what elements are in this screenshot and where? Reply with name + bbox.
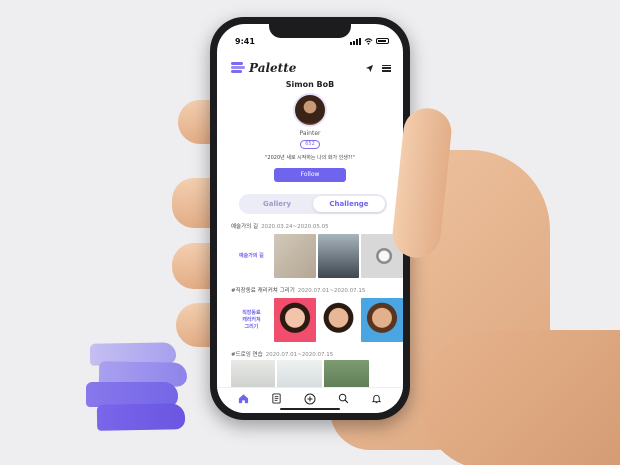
palette-logo-icon (231, 62, 245, 74)
add-icon[interactable] (304, 393, 316, 405)
challenge-label[interactable]: 예술가의 길 (231, 234, 272, 278)
app-bar: Palette (231, 60, 391, 76)
profile-username: Simon BoB (285, 80, 335, 89)
profile-role: Painter (299, 130, 321, 137)
app-screen: 9:41 Palette Simon BoB Painter 652 "2020… (217, 24, 403, 413)
home-indicator (280, 408, 340, 410)
battery-icon (376, 38, 389, 44)
artwork-thumbnail[interactable] (361, 298, 403, 342)
challenge-title: #드로잉 연습 2020.07.01~2020.07.15 (231, 352, 334, 358)
logo-text: Palette (249, 61, 297, 75)
follow-button[interactable]: Follow (274, 168, 346, 182)
challenge-row: 직장동료 캐리커쳐 그리기 (231, 298, 403, 342)
profile-quote: "2020년 새로 시작하는 나의 화가 인생?!" (265, 155, 355, 161)
menu-icon[interactable] (382, 64, 391, 72)
follower-badge: 652 (300, 140, 320, 149)
challenge-title: #직장동료 캐리커쳐 그리기 2020.07.01~2020.07.15 (231, 288, 366, 294)
search-icon[interactable] (337, 393, 349, 405)
status-time: 9:41 (235, 36, 255, 46)
artwork-thumbnail[interactable] (317, 298, 360, 342)
brush-stroke (96, 403, 186, 431)
hand-wrist (420, 330, 620, 465)
tab-challenge[interactable]: Challenge (313, 196, 385, 212)
artwork-thumbnail[interactable] (317, 234, 360, 278)
artwork-thumbnail[interactable] (273, 234, 316, 278)
bell-icon[interactable] (370, 393, 382, 405)
signal-icon (350, 37, 361, 45)
challenge-row: 예술가의 길 (231, 234, 403, 278)
send-icon[interactable] (365, 64, 374, 73)
feed-icon[interactable] (271, 393, 283, 405)
notch (269, 24, 351, 38)
tab-gallery[interactable]: Gallery (241, 196, 313, 212)
challenge-title: 예술가의 길 2020.03.24~2020.05.05 (231, 224, 329, 230)
home-icon[interactable] (238, 393, 250, 405)
app-logo[interactable]: Palette (231, 61, 296, 75)
profile-tabs: Gallery Challenge (239, 194, 387, 214)
avatar[interactable] (293, 93, 327, 127)
phone-frame: 9:41 Palette Simon BoB Painter 652 "2020… (210, 17, 410, 420)
challenge-label[interactable]: 직장동료 캐리커쳐 그리기 (231, 298, 272, 342)
artwork-thumbnail[interactable] (273, 298, 316, 342)
wifi-icon (364, 37, 373, 45)
